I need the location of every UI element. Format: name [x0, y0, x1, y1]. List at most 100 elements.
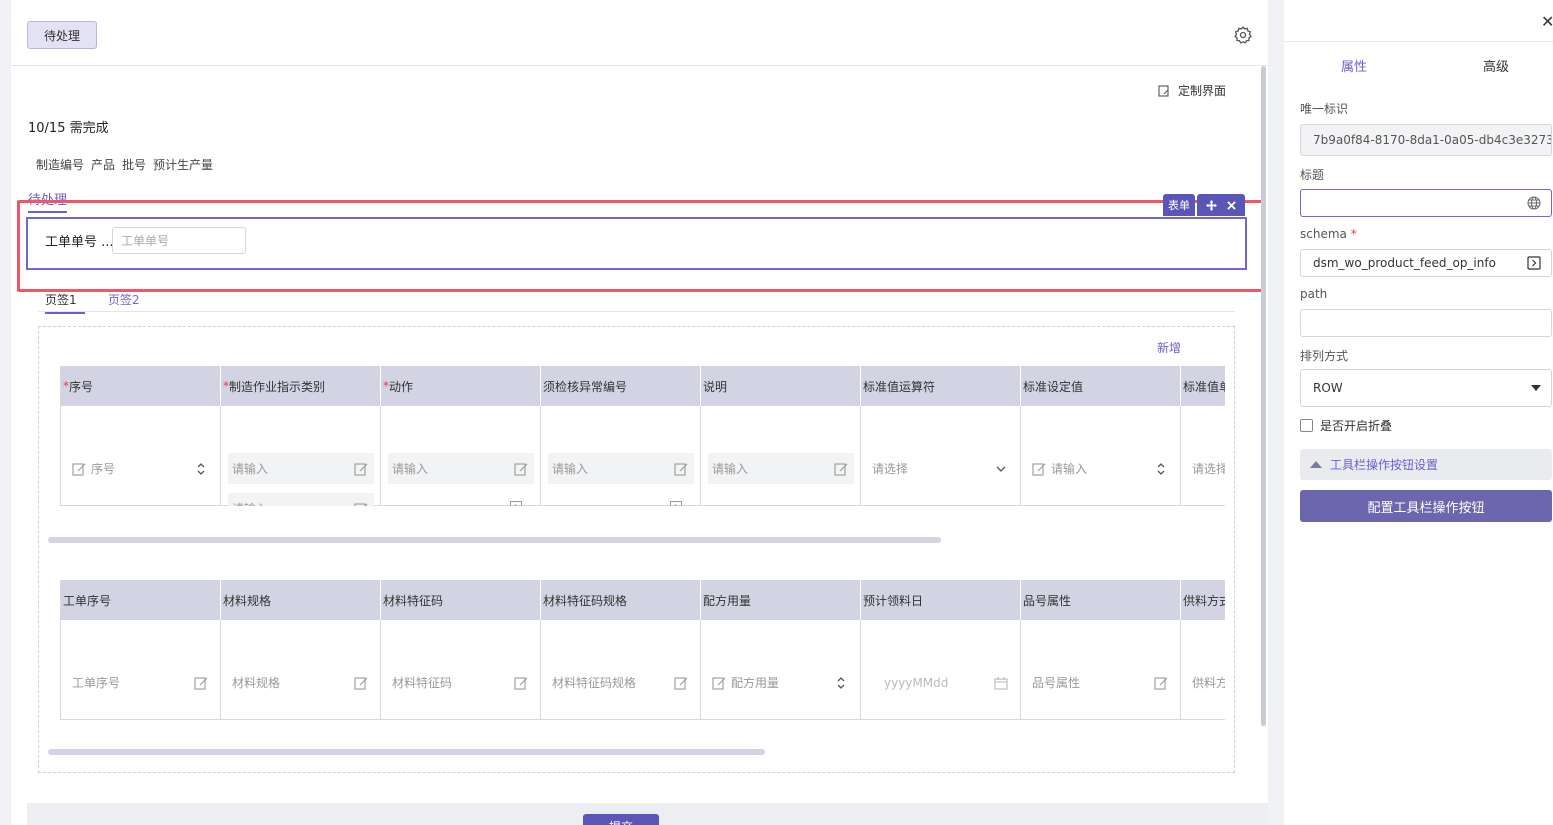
edit-icon — [1032, 462, 1046, 476]
date-input[interactable]: yyyyMMdd — [868, 667, 1014, 698]
caret-down-icon[interactable] — [1531, 385, 1541, 391]
table-cell: 请选择 — [861, 406, 1021, 506]
column-header: 材料特征码 — [381, 580, 541, 620]
property-panel: ✕ 属性 高级 唯一标识 7b9a0f84-8170-8da1-0a05-db4… — [1284, 0, 1553, 825]
edit-icon[interactable] — [354, 676, 368, 690]
stepper-icon[interactable] — [196, 462, 206, 476]
path-label: path — [1300, 287, 1328, 301]
column-header: 材料特征码规格 — [541, 580, 701, 620]
value-stepper[interactable]: 请输入 — [1028, 453, 1174, 484]
status-button[interactable]: 待处理 — [27, 21, 97, 49]
vertical-scrollbar[interactable] — [1261, 66, 1266, 726]
table-cell: 工单序号 — [61, 620, 221, 720]
stepper-icon[interactable] — [1156, 462, 1166, 476]
selection-badges: 表单 — [1163, 194, 1245, 216]
table-row: 工单序号 材料规格 材料特征码 材料特征码规格 配方用量 yyyyMMdd 品号… — [61, 620, 1225, 720]
tab-page-1[interactable]: 页签1 — [45, 291, 85, 314]
text-input[interactable]: 材料特征码规格 — [548, 667, 694, 698]
form-badge[interactable]: 表单 — [1163, 194, 1195, 216]
close-icon[interactable]: ✕ — [1541, 12, 1553, 31]
column-header: * 序号 — [61, 366, 221, 406]
title-field[interactable] — [1300, 189, 1552, 217]
edit-icon[interactable] — [354, 462, 368, 476]
table-cell: 请选择 — [1181, 406, 1225, 506]
column-header: 品号属性 — [1021, 580, 1181, 620]
horizontal-scrollbar[interactable] — [48, 537, 941, 543]
edit-icon[interactable] — [1154, 676, 1168, 690]
table-row: 序号 请输入 请输入 请输入 请输入 请选择 请输入 请选择 — [61, 406, 1225, 506]
tab-advanced[interactable]: 高级 — [1483, 56, 1509, 75]
column-header: * 动作 — [381, 366, 541, 406]
layout-select[interactable]: ROW — [1300, 369, 1552, 407]
title-label: 标题 — [1300, 168, 1325, 182]
schema-label: schema * — [1300, 227, 1357, 241]
add-row-link[interactable]: 新增 — [1157, 339, 1181, 356]
stepper-icon[interactable] — [836, 676, 846, 690]
seq-stepper[interactable]: 序号 — [68, 453, 214, 484]
detail-table-2: 工单序号 材料规格 材料特征码 材料特征码规格 配方用量 预计领料日 品号属性 … — [60, 580, 1225, 720]
chevron-down-icon[interactable] — [996, 464, 1006, 474]
text-input[interactable]: 请输入 — [388, 453, 534, 484]
unique-id-label: 唯一标识 — [1300, 102, 1349, 116]
edit-icon[interactable] — [834, 462, 848, 476]
edit-icon[interactable] — [354, 502, 368, 507]
table-cell: 材料规格 — [221, 620, 381, 720]
table-cell: 品号属性 — [1021, 620, 1181, 720]
globe-icon[interactable] — [1527, 196, 1541, 210]
text-input[interactable]: 请输入 — [228, 453, 374, 484]
checkbox-box[interactable] — [1300, 419, 1313, 432]
horizontal-scrollbar[interactable] — [48, 749, 765, 755]
edit-icon[interactable] — [514, 676, 528, 690]
table-cell: 序号 — [61, 406, 221, 506]
edit-icon[interactable] — [194, 676, 208, 690]
text-input[interactable]: 工单序号 — [68, 667, 214, 698]
top-bar: 待处理 — [11, 0, 1268, 66]
submit-button[interactable]: 提交 — [583, 814, 659, 825]
quantity-stepper[interactable]: 配方用量 — [708, 667, 854, 698]
column-header: 工单序号 — [61, 580, 221, 620]
collapse-checkbox[interactable]: 是否开启折叠 — [1300, 417, 1392, 434]
column-header: 配方用量 — [701, 580, 861, 620]
work-order-label: 工单单号 ... — [45, 235, 114, 250]
collapse-label: 是否开启折叠 — [1320, 419, 1393, 433]
table-cell: 配方用量 — [701, 620, 861, 720]
schema-field[interactable]: dsm_wo_product_feed_op_info — [1300, 249, 1552, 277]
customize-icon — [1158, 84, 1169, 97]
due-text: 10/15 需完成 — [28, 121, 109, 136]
edit-icon[interactable] — [674, 676, 688, 690]
text-input[interactable]: 材料规格 — [228, 667, 374, 698]
calendar-icon[interactable] — [994, 676, 1008, 690]
table-cell: 请输入 — [1021, 406, 1181, 506]
unit-select[interactable]: 请选择 — [1188, 453, 1225, 484]
main-canvas: 待处理 定制界面 10/15 需完成 制造编号 产品 批号 预计生产量 待处理 … — [11, 0, 1268, 825]
sub-tabs: 页签1 页签2 — [38, 290, 1235, 314]
gear-icon[interactable] — [1233, 25, 1253, 45]
open-icon[interactable] — [670, 501, 682, 506]
close-icon[interactable] — [1227, 200, 1236, 210]
open-icon[interactable] — [510, 501, 522, 506]
toolbar-section-toggle[interactable]: 工具栏操作按钮设置 — [1300, 449, 1552, 480]
divider — [1284, 41, 1553, 42]
config-toolbar-button[interactable]: 配置工具栏操作按钮 — [1300, 490, 1552, 522]
edit-icon — [712, 676, 726, 690]
operator-select[interactable]: 请选择 — [868, 453, 1014, 484]
text-input[interactable]: 品号属性 — [1028, 667, 1174, 698]
open-icon[interactable] — [1527, 256, 1541, 270]
summary-field: 制造编号 — [36, 158, 85, 172]
customize-ui-button[interactable]: 定制界面 — [1158, 82, 1226, 99]
edit-icon — [72, 462, 86, 476]
text-input[interactable]: 供料方 — [1188, 667, 1225, 698]
text-input[interactable]: 请输入 — [228, 493, 374, 506]
table-cell: 材料特征码规格 — [541, 620, 701, 720]
text-input[interactable]: 请输入 — [708, 453, 854, 484]
work-order-input[interactable]: 工单单号 — [112, 227, 246, 254]
edit-icon[interactable] — [674, 462, 688, 476]
edit-icon[interactable] — [514, 462, 528, 476]
tab-properties[interactable]: 属性 — [1341, 56, 1367, 75]
text-input[interactable]: 材料特征码 — [388, 667, 534, 698]
unique-id-field[interactable]: 7b9a0f84-8170-8da1-0a05-db4c3e3273 — [1300, 124, 1552, 156]
path-field[interactable] — [1300, 309, 1552, 337]
move-icon[interactable] — [1206, 199, 1217, 211]
text-input[interactable]: 请输入 — [548, 453, 694, 484]
tab-page-2[interactable]: 页签2 — [108, 291, 140, 308]
